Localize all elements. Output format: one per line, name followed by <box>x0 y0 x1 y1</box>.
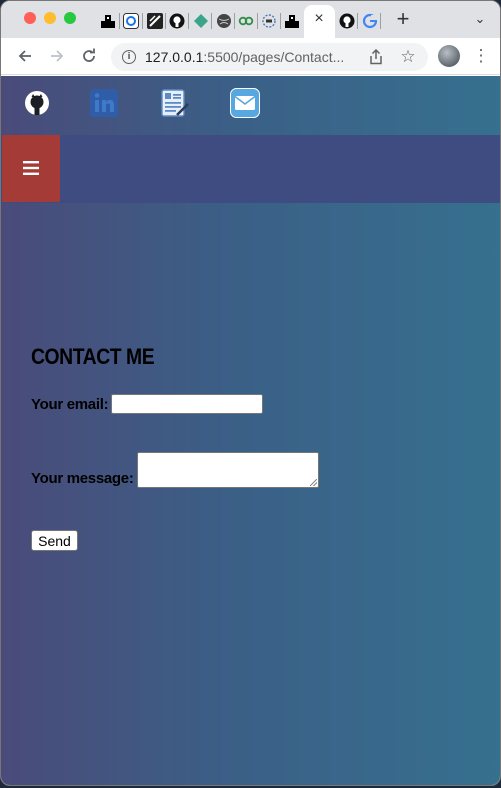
tab-separator <box>257 13 258 29</box>
tab-favicon-google-icon[interactable] <box>361 12 378 29</box>
tab-favicon-link-icon[interactable] <box>237 12 254 29</box>
tab-favicon-tools-icon[interactable] <box>260 12 277 29</box>
hamburger-menu-button[interactable] <box>2 135 60 202</box>
page-viewport: CONTACT ME Your email: Your message: Sen… <box>1 76 500 785</box>
email-row: Your email: <box>31 394 264 414</box>
site-info-icon[interactable]: i <box>122 50 136 64</box>
tab-separator <box>280 13 281 29</box>
new-tab-button[interactable]: + <box>394 6 412 31</box>
tab-favicon-profile-icon[interactable] <box>99 12 116 29</box>
message-row: Your message: <box>31 452 319 488</box>
tab-search-chevron-icon[interactable]: ⌄ <box>472 10 488 28</box>
resume-link[interactable] <box>160 88 190 122</box>
tab-favicon-linear-icon[interactable] <box>146 12 163 29</box>
forward-arrow-icon[interactable] <box>47 46 67 66</box>
email-field[interactable] <box>111 394 264 414</box>
linkedin-icon <box>90 88 118 122</box>
tab-separator <box>357 13 358 29</box>
page-title: CONTACT ME <box>31 344 155 369</box>
close-window-icon[interactable] <box>24 12 36 24</box>
maximize-window-icon[interactable] <box>64 12 76 24</box>
address-bar[interactable]: i 127.0.0.1:5500/pages/Contact... ☆ <box>111 43 428 71</box>
profile-avatar[interactable] <box>438 45 460 67</box>
resize-grip-icon[interactable] <box>309 479 317 486</box>
linkedin-link[interactable] <box>89 88 119 122</box>
reload-icon[interactable] <box>79 46 99 66</box>
send-button[interactable]: Send <box>31 530 78 551</box>
tab-separator <box>119 13 120 29</box>
bookmark-star-icon[interactable]: ☆ <box>399 47 417 66</box>
back-arrow-icon[interactable] <box>15 46 35 66</box>
email-label: Your email: <box>31 395 109 413</box>
message-label: Your message: <box>31 470 134 487</box>
close-tab-icon[interactable]: × <box>312 10 326 27</box>
tab-favicon-github-icon[interactable] <box>168 12 185 29</box>
tab-strip: × + ⌄ <box>1 1 500 38</box>
tab-separator <box>234 13 235 29</box>
tab-separator <box>211 13 212 29</box>
menu-icon <box>23 156 39 181</box>
tab-separator <box>380 13 381 29</box>
url-text[interactable]: 127.0.0.1:5500/pages/Contact... <box>145 49 344 65</box>
resume-icon <box>160 88 190 122</box>
minimize-window-icon[interactable] <box>44 12 56 24</box>
contact-form: CONTACT ME Your email: Your message: Sen… <box>31 344 471 551</box>
mail-icon <box>230 87 260 123</box>
message-textarea[interactable] <box>136 452 319 488</box>
tab-favicon-profile-icon[interactable] <box>283 12 300 29</box>
tab-favicon-globe-icon[interactable] <box>215 12 232 29</box>
top-navbar <box>1 135 500 203</box>
tab-favicon-app-icon[interactable] <box>122 12 139 29</box>
browser-toolbar: i 127.0.0.1:5500/pages/Contact... ☆ ⋮ <box>1 38 500 75</box>
github-icon <box>24 90 50 121</box>
tab-separator <box>142 13 143 29</box>
email-link[interactable] <box>230 87 260 123</box>
tab-favicon-github-icon[interactable] <box>338 12 355 29</box>
social-links-bar <box>1 76 500 135</box>
browser-window: × + ⌄ i 127.0.0.1:5500/pages/Contact... <box>0 0 501 786</box>
share-icon[interactable] <box>367 48 385 66</box>
github-link[interactable] <box>22 90 52 120</box>
more-menu-icon[interactable]: ⋮ <box>473 46 490 66</box>
tab-favicon-diamond-icon[interactable] <box>192 12 209 29</box>
tab-separator <box>188 13 189 29</box>
tab-separator <box>165 13 166 29</box>
